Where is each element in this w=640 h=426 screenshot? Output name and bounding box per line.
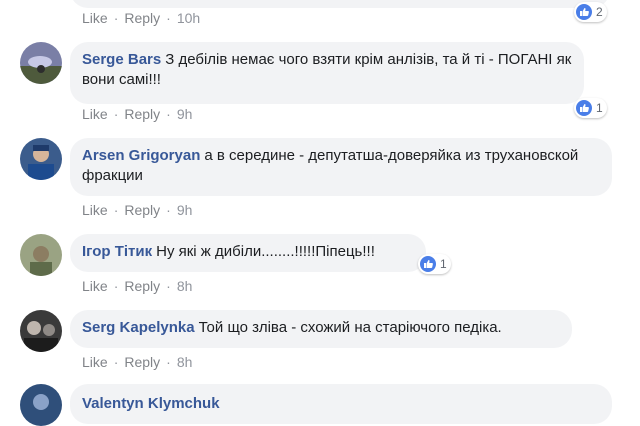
- separator-dot: ·: [166, 278, 171, 294]
- separator-dot: ·: [166, 10, 171, 26]
- like-link[interactable]: Like: [82, 10, 108, 26]
- comment-bubble: Serge Bars З дебілів немає чого взяти крі…: [70, 42, 584, 104]
- reaction-summary[interactable]: 1: [574, 98, 607, 118]
- reply-link[interactable]: Reply: [124, 10, 160, 26]
- comment-bubble: [70, 0, 610, 8]
- reaction-summary[interactable]: 1: [418, 254, 451, 274]
- comment-time[interactable]: 10h: [177, 10, 200, 26]
- reaction-summary[interactable]: 2: [574, 2, 607, 22]
- like-link[interactable]: Like: [82, 202, 108, 218]
- avatar[interactable]: [20, 310, 62, 352]
- separator-dot: ·: [113, 202, 119, 218]
- comment-actions: Like · Reply · 8h: [82, 354, 192, 370]
- separator-dot: ·: [113, 278, 119, 294]
- avatar[interactable]: [20, 234, 62, 276]
- like-reaction-icon: [576, 100, 592, 116]
- comment-text: Ну які ж дибіли........!!!!!Піпець!!!: [156, 243, 375, 260]
- separator-dot: ·: [113, 106, 119, 122]
- comment-actions: Like · Reply · 9h: [82, 202, 192, 218]
- reaction-count: 1: [440, 257, 447, 271]
- comment-time[interactable]: 9h: [177, 202, 193, 218]
- comment-actions: Like · Reply · 8h: [82, 278, 192, 294]
- like-reaction-icon: [576, 4, 592, 20]
- comment-author[interactable]: Valentyn Klymchuk: [82, 395, 220, 412]
- avatar[interactable]: [20, 42, 62, 84]
- avatar[interactable]: [20, 384, 62, 426]
- reaction-count: 2: [596, 5, 603, 19]
- reply-link[interactable]: Reply: [124, 278, 160, 294]
- comment-bubble: Valentyn Klymchuk: [70, 384, 612, 424]
- comment-author[interactable]: Arsen Grigoryan: [82, 147, 200, 164]
- comment-bubble: Ігор Тітик Ну які ж дибіли........!!!!!Пі…: [70, 234, 426, 272]
- like-link[interactable]: Like: [82, 106, 108, 122]
- separator-dot: ·: [113, 10, 119, 26]
- reply-link[interactable]: Reply: [124, 202, 160, 218]
- avatar[interactable]: [20, 138, 62, 180]
- like-link[interactable]: Like: [82, 354, 108, 370]
- comment-actions: Like · Reply · 10h: [82, 10, 200, 26]
- comment-actions: Like · Reply · 9h: [82, 106, 192, 122]
- comment-time[interactable]: 8h: [177, 354, 193, 370]
- comment-author[interactable]: Serge Bars: [82, 51, 161, 68]
- like-reaction-icon: [420, 256, 436, 272]
- reaction-count: 1: [596, 101, 603, 115]
- separator-dot: ·: [166, 202, 171, 218]
- like-link[interactable]: Like: [82, 278, 108, 294]
- separator-dot: ·: [113, 354, 119, 370]
- comment-bubble: Serg Kapelynka Той що зліва - схожий на с…: [70, 310, 572, 348]
- separator-dot: ·: [166, 106, 171, 122]
- comment-author[interactable]: Serg Kapelynka: [82, 319, 195, 336]
- comment-time[interactable]: 8h: [177, 278, 193, 294]
- comment-text: Той що зліва - схожий на старіючого педі…: [198, 319, 502, 336]
- reply-link[interactable]: Reply: [124, 354, 160, 370]
- reply-link[interactable]: Reply: [124, 106, 160, 122]
- comment-time[interactable]: 9h: [177, 106, 193, 122]
- comment-bubble: Arsen Grigoryan а в середине - депутатша-…: [70, 138, 612, 196]
- comment-author[interactable]: Ігор Тітик: [82, 243, 152, 260]
- separator-dot: ·: [166, 354, 171, 370]
